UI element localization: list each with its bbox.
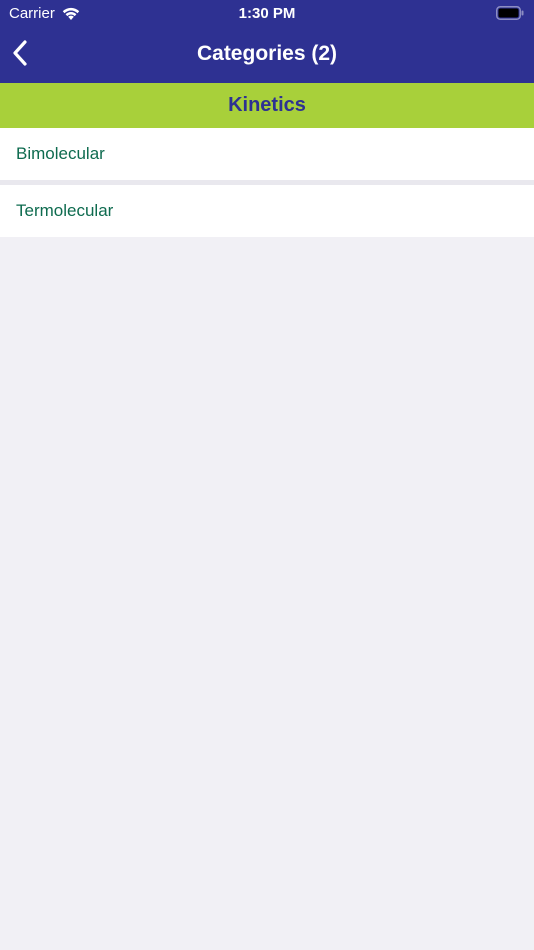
top-bar: Carrier 1:30 PM Categories (2)	[0, 0, 534, 83]
status-bar: Carrier 1:30 PM	[0, 0, 534, 26]
status-time: 1:30 PM	[238, 5, 296, 22]
section-header: Kinetics	[0, 83, 534, 128]
chevron-left-icon	[13, 40, 27, 66]
battery-icon	[496, 6, 524, 20]
section-title: Kinetics	[228, 94, 306, 116]
navigation-bar: Categories (2)	[0, 26, 534, 83]
list-item-label: Bimolecular	[16, 144, 105, 163]
category-list: Bimolecular Termolecular	[0, 128, 534, 237]
list-item-bimolecular[interactable]: Bimolecular	[0, 128, 534, 180]
list-item-label: Termolecular	[16, 201, 114, 220]
list-item-termolecular[interactable]: Termolecular	[0, 185, 534, 237]
page-title: Categories (2)	[196, 42, 338, 65]
back-button[interactable]	[8, 38, 32, 68]
